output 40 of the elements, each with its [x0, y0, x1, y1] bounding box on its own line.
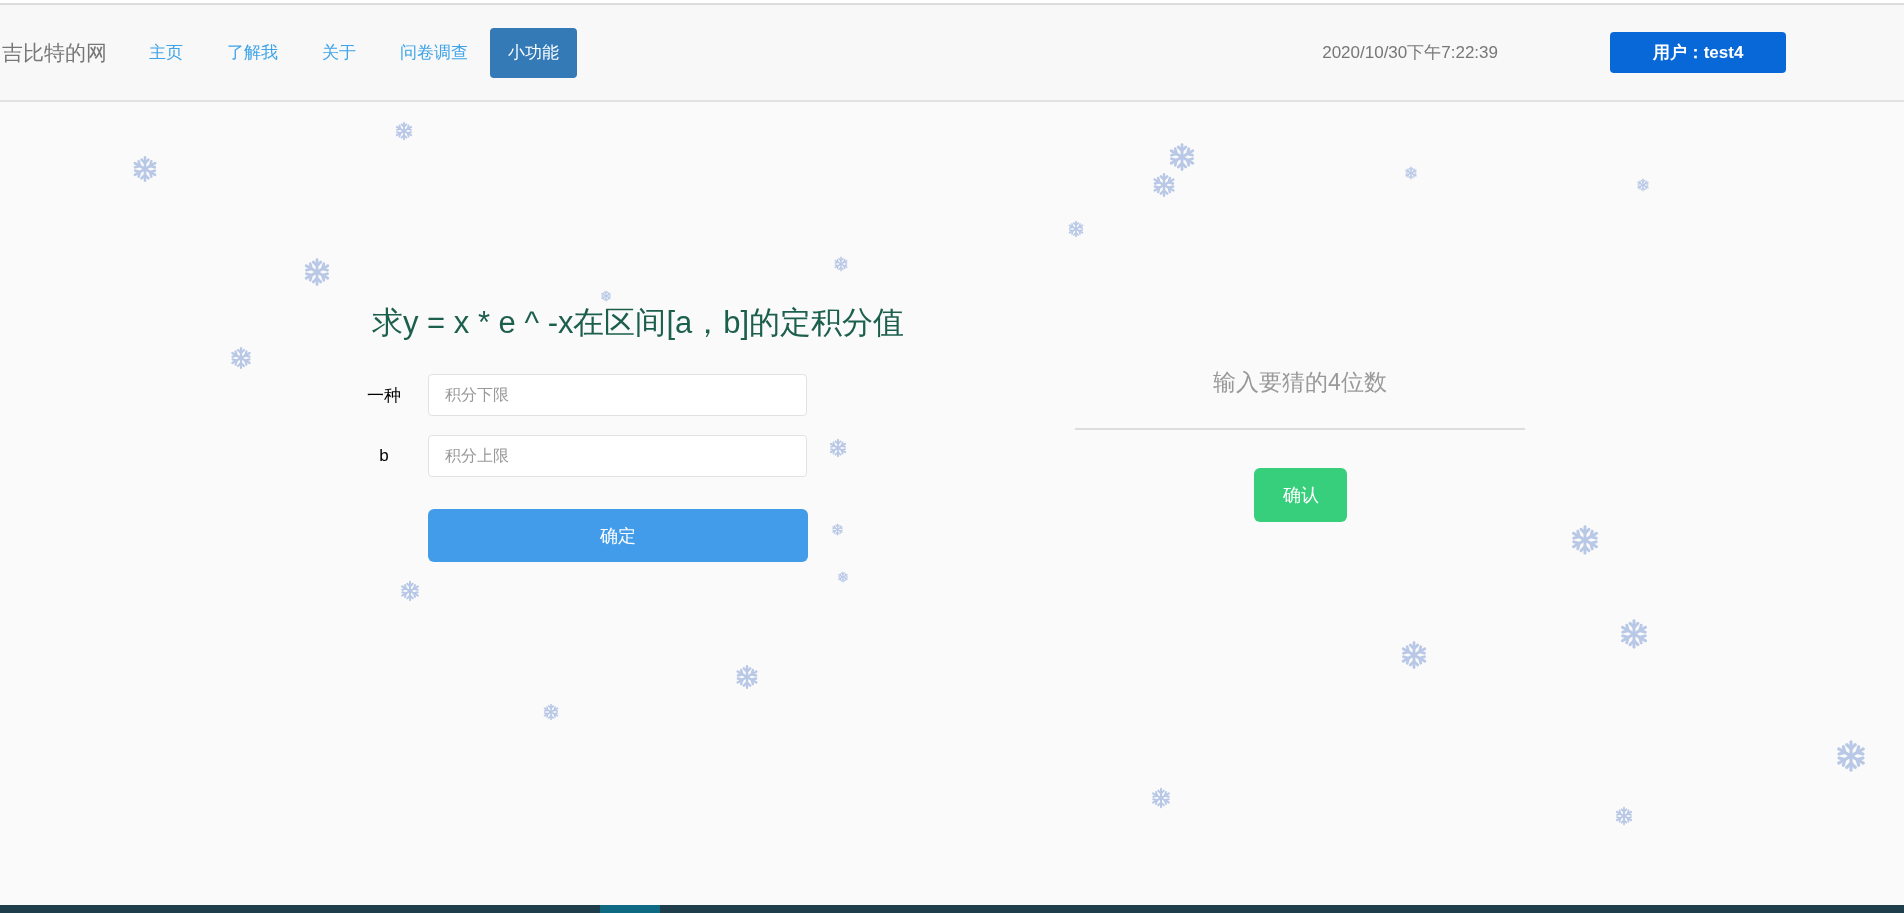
snowflake-icon	[734, 664, 760, 690]
snowflake-icon	[302, 257, 332, 287]
nav-link[interactable]: 小功能	[490, 27, 577, 78]
snowflake-icon	[1167, 142, 1197, 172]
input-field[interactable]: 积分下限	[428, 374, 807, 416]
snowflake-icon	[131, 155, 159, 183]
snowflake-icon	[833, 256, 849, 272]
datetime-text: 2020/10/30下午7:22:39	[1322, 42, 1498, 64]
user-button[interactable]: 用户：test4	[1610, 32, 1786, 73]
snowflake-icon	[830, 522, 844, 536]
snowflake-icon	[399, 580, 421, 602]
field-label: b	[378, 446, 390, 466]
confirm-button[interactable]: 确定	[428, 509, 808, 562]
snowflake-icon	[229, 346, 253, 370]
snowflake-icon	[837, 571, 849, 583]
snowflake-icon	[1614, 806, 1634, 826]
nav-link[interactable]: 了解我	[205, 27, 300, 78]
snowflake-icon	[1834, 739, 1868, 773]
input-field[interactable]: 积分上限	[428, 435, 807, 477]
snowflake-icon	[1618, 618, 1650, 650]
snowflake-icon	[828, 438, 848, 458]
field-label: 一种	[366, 384, 402, 407]
nav-link[interactable]: 主页	[127, 27, 205, 78]
nav-link[interactable]: 关于	[300, 27, 378, 78]
site-brand[interactable]: 吉比特的网	[0, 38, 107, 67]
integral-title: 求y = x * e ^ -x在区间[a，b]的定积分值	[372, 304, 906, 342]
bar-segment	[600, 905, 660, 913]
snowflake-icon	[1636, 178, 1650, 192]
snowflake-icon	[542, 703, 560, 721]
snowflake-icon	[1399, 640, 1429, 670]
snowflake-icon	[1569, 524, 1601, 556]
snowflake-icon	[1151, 172, 1177, 198]
snowflake-icon	[1067, 220, 1085, 238]
nav-link[interactable]: 问卷调查	[378, 27, 490, 78]
snowflake-icon	[394, 121, 414, 141]
snowflake-icon	[1150, 787, 1172, 809]
snowflake-icon	[600, 290, 612, 302]
guess-input-field[interactable]: 输入要猜的4位数	[1075, 352, 1525, 430]
snowflake-icon	[1404, 166, 1418, 180]
confirm-button[interactable]: 确认	[1254, 468, 1347, 522]
